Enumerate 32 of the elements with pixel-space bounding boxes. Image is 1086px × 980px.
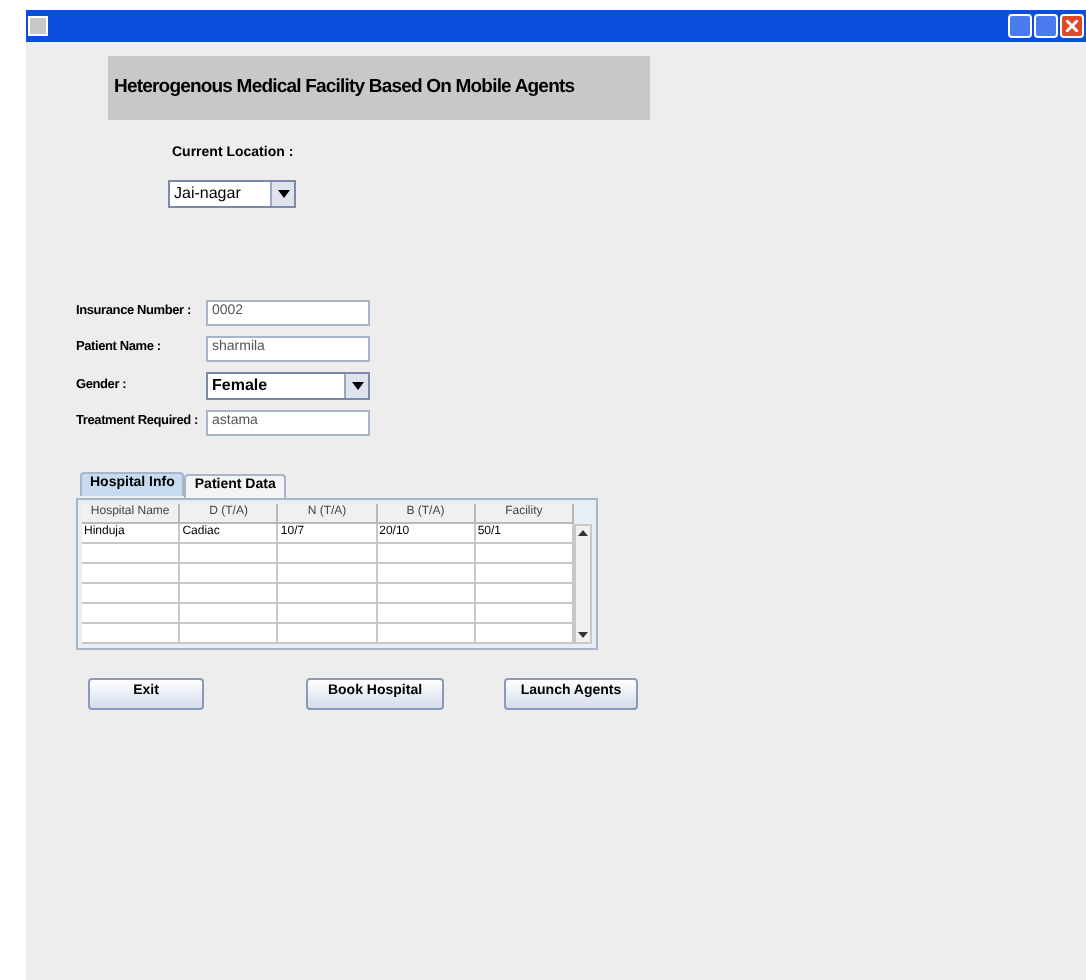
table-cell [180,603,279,623]
table-cell [82,603,181,623]
scroll-up-icon[interactable] [578,529,588,535]
table-cell [278,563,378,583]
caret-icon [270,181,294,205]
dropdown[interactable]: Female [206,371,370,399]
table-cell [278,603,378,623]
table-cell [180,563,279,583]
caret-icon [344,373,368,397]
table-cell [377,563,476,583]
table-cell [82,623,181,643]
table-cell [278,583,378,603]
table-cell [377,543,476,563]
scrollbar[interactable] [574,523,592,643]
table-cell [377,583,476,603]
table-cell [180,623,279,643]
table-cell [82,583,181,603]
table-cell [278,623,378,643]
table-cell [180,583,279,603]
table-cell [278,543,378,563]
table-cell [180,543,279,563]
table-cell [377,603,476,623]
table-cell [82,543,181,563]
app-title: Heterogenous Medical Facility Based On Mobile Agents [114,73,575,102]
minimize-icon[interactable] [1008,14,1032,38]
app-icon [28,16,48,36]
maximize-icon[interactable] [1034,14,1058,38]
dropdown[interactable]: Jai-nagar [168,179,296,207]
scroll-down-icon[interactable] [578,631,588,637]
table-cell [82,563,181,583]
close-icon[interactable] [1060,14,1084,38]
table-cell [377,623,476,643]
